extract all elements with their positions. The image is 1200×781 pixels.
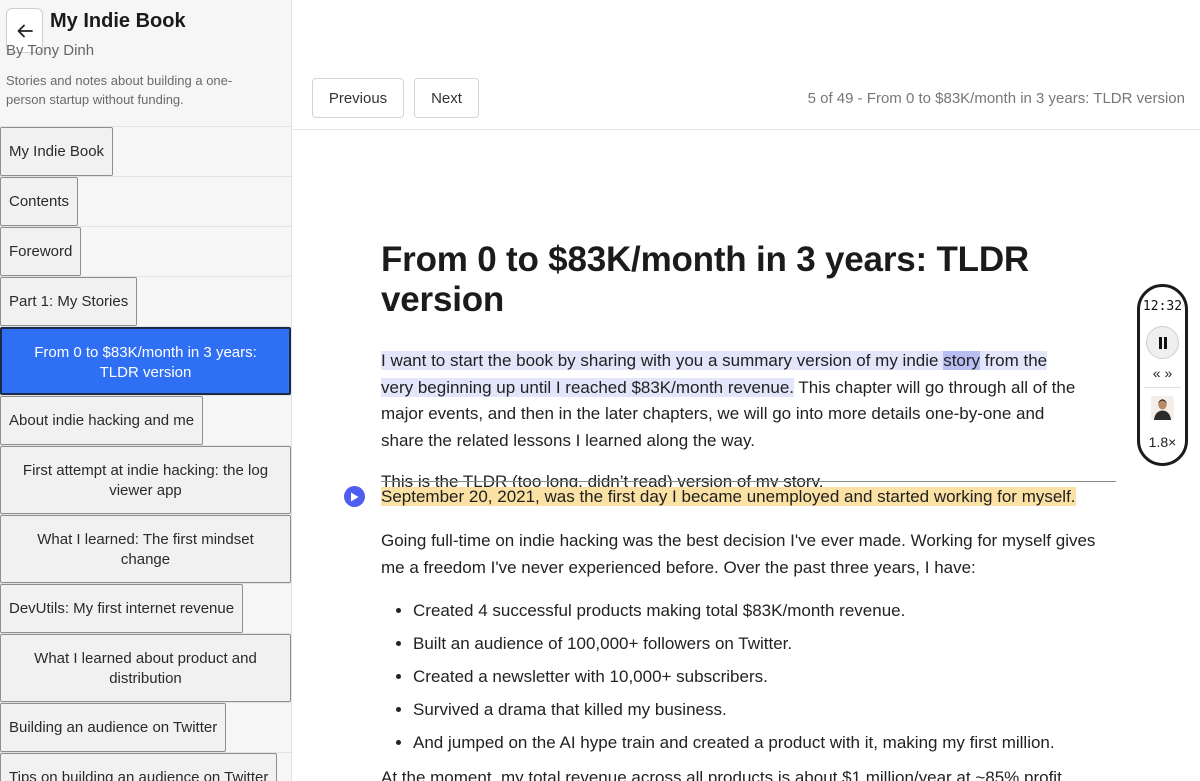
achievements-list: Created 4 successful products making tot… — [396, 594, 1153, 759]
book-title: My Indie Book — [50, 10, 186, 32]
play-icon — [351, 492, 359, 501]
current-paragraph: September 20, 2021, was the first day I … — [381, 485, 1076, 509]
list-item: First attempt at indie hacking: the log … — [0, 446, 291, 515]
skip-controls[interactable]: « » — [1140, 365, 1185, 381]
toc-item-product-distribution[interactable]: What I learned about product and distrib… — [0, 634, 291, 702]
arrow-left-icon — [17, 24, 33, 37]
toc-item-devutils[interactable]: DevUtils: My first internet revenue — [0, 584, 244, 633]
toc-item-first-attempt[interactable]: First attempt at indie hacking: the log … — [0, 446, 291, 514]
player-time: 12:32 — [1142, 299, 1183, 314]
list-item: What I learned: The first mindset change — [0, 515, 291, 584]
toc-item-contents[interactable]: Contents — [0, 177, 79, 226]
toc-item-current-chapter[interactable]: From 0 to $83K/month in 3 years: TLDR ve… — [0, 327, 291, 395]
list-item: And jumped on the AI hype train and crea… — [396, 726, 1153, 759]
chapter-title: From 0 to $83K/month in 3 years: TLDR ve… — [381, 240, 1029, 319]
toc-item-about-indie-hacking[interactable]: About indie hacking and me — [0, 396, 204, 445]
pause-button[interactable] — [1146, 326, 1179, 359]
reading-highlight: September 20, 2021, was the first day I … — [381, 487, 1076, 506]
toc-item-part-1[interactable]: Part 1: My Stories — [0, 277, 138, 326]
playback-speed[interactable]: 1.8× — [1140, 434, 1185, 450]
list-item: Created 4 successful products making tot… — [396, 594, 1153, 627]
list-item: DevUtils: My first internet revenue — [0, 584, 291, 634]
current-word: story — [943, 351, 981, 370]
list-item: About indie hacking and me — [0, 396, 291, 446]
list-item: Tips on building an audience on Twitter — [0, 753, 291, 781]
play-from-here-button[interactable] — [344, 486, 365, 507]
list-item: Built an audience of 100,000+ followers … — [396, 627, 1153, 660]
previous-button[interactable]: Previous — [312, 78, 404, 118]
toc-item-first-mindset-change[interactable]: What I learned: The first mindset change — [0, 515, 291, 583]
book-description: Stories and notes about building a one-p… — [6, 73, 233, 107]
chapter-content: From 0 to $83K/month in 3 years: TLDR ve… — [381, 240, 1121, 496]
table-of-contents: My Indie Book Contents Foreword Part 1: … — [0, 127, 291, 781]
list-item: What I learned about product and distrib… — [0, 634, 291, 703]
list-item: Contents — [0, 177, 291, 227]
list-item: Created a newsletter with 10,000+ subscr… — [396, 660, 1153, 693]
book-author: By Tony Dinh — [6, 42, 95, 59]
toc-item-audience-tips[interactable]: Tips on building an audience on Twitter — [0, 753, 278, 781]
list-item: From 0 to $83K/month in 3 years: TLDR ve… — [0, 327, 291, 396]
highlight-text: I want to start the book by sharing with… — [381, 351, 944, 370]
next-button[interactable]: Next — [414, 78, 479, 118]
list-item: Foreword — [0, 227, 291, 277]
intro-paragraph: I want to start the book by sharing with… — [381, 348, 1081, 454]
skip-icon[interactable]: « » — [1153, 365, 1172, 381]
chapter-position: 5 of 49 - From 0 to $83K/month in 3 year… — [807, 90, 1185, 107]
list-item: Building an audience on Twitter — [0, 703, 291, 753]
chapter-toolbar: Previous Next 5 of 49 - From 0 to $83K/m… — [292, 0, 1200, 130]
list-item: Survived a drama that killed my business… — [396, 693, 1153, 726]
list-item: My Indie Book — [0, 127, 291, 177]
divider — [381, 481, 1116, 482]
list-item: Part 1: My Stories — [0, 277, 291, 327]
narrator-avatar[interactable] — [1151, 396, 1174, 420]
paragraph: At the moment, my total revenue across a… — [381, 768, 1062, 781]
audio-player: 12:32 « » 1.8× — [1137, 284, 1188, 466]
divider — [1144, 387, 1181, 388]
avatar-image — [1151, 396, 1174, 420]
toc-item-my-indie-book[interactable]: My Indie Book — [0, 127, 114, 176]
sidebar: My Indie Book By Tony Dinh Stories and n… — [0, 0, 292, 781]
paragraph: Going full-time on indie hacking was the… — [381, 531, 1096, 577]
toc-item-foreword[interactable]: Foreword — [0, 227, 82, 276]
toc-item-building-audience[interactable]: Building an audience on Twitter — [0, 703, 227, 752]
pause-icon — [1158, 336, 1167, 349]
